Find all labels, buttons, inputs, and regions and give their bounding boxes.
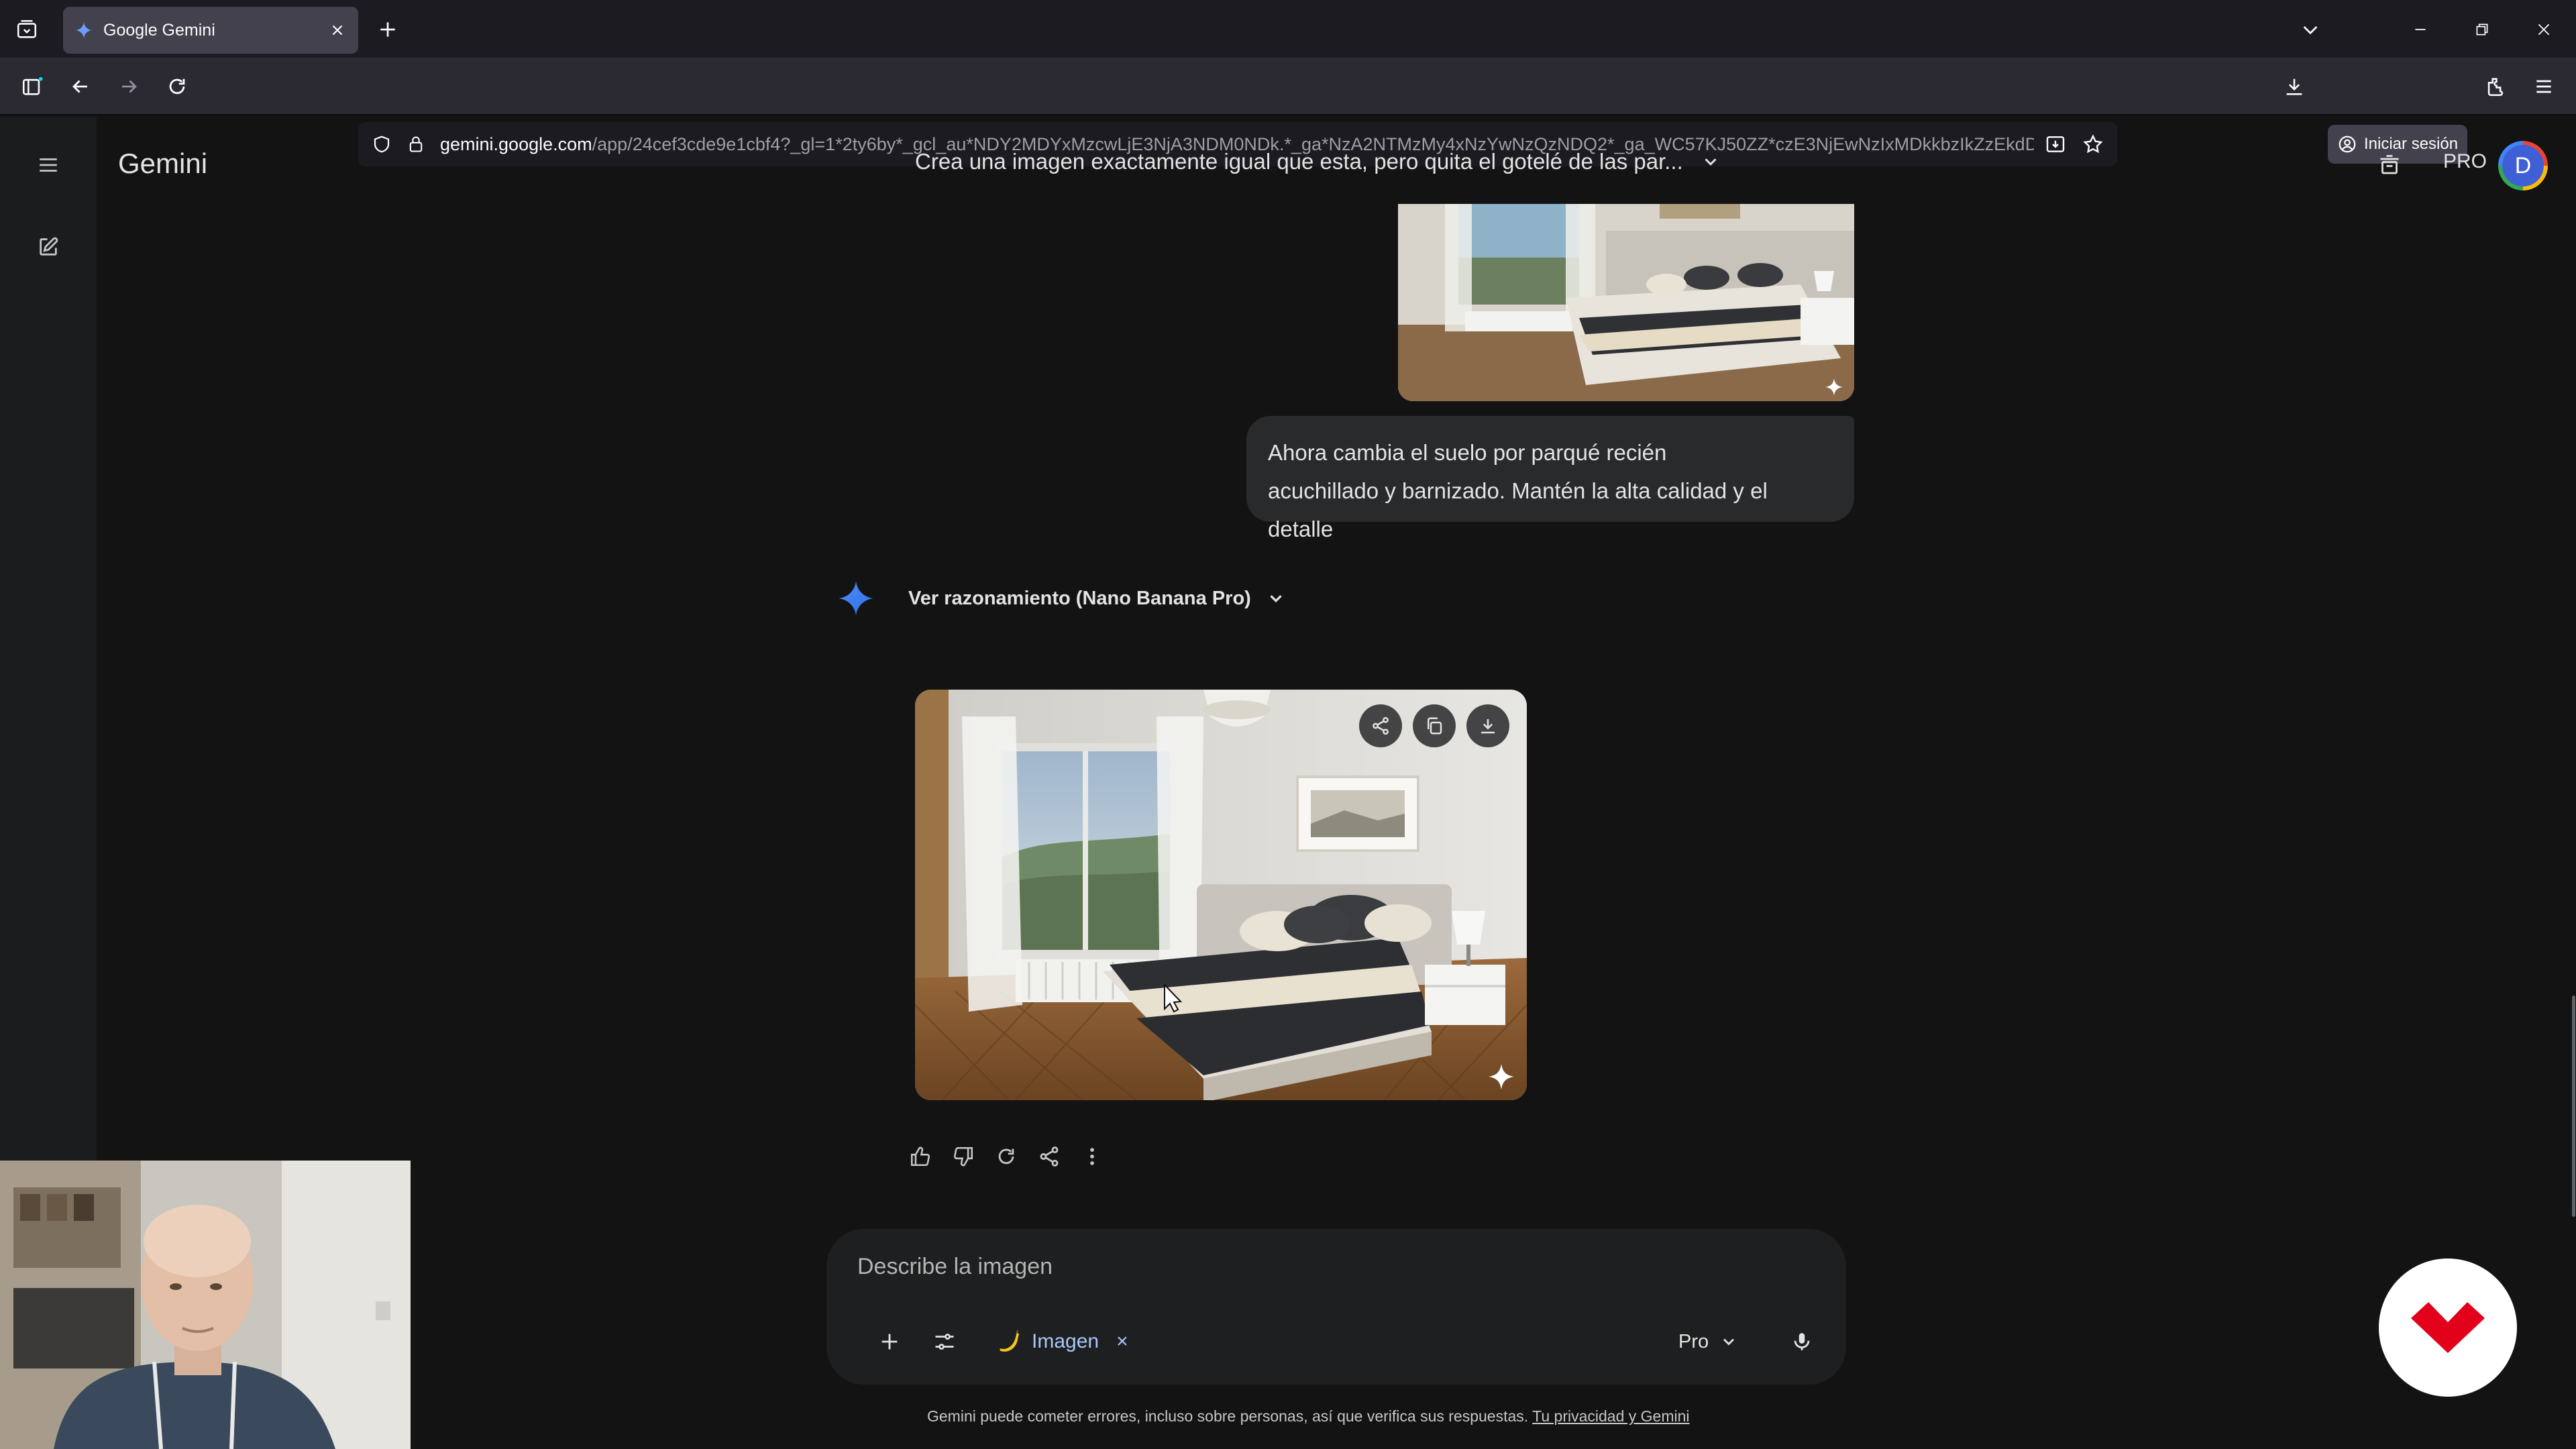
brand-logo-badge <box>2379 1258 2517 1397</box>
extensions-icon[interactable] <box>2474 65 2517 108</box>
thumbs-down-icon[interactable] <box>942 1135 985 1178</box>
back-icon[interactable] <box>59 65 102 108</box>
response-actions <box>899 1135 1114 1178</box>
tab-list-icon[interactable] <box>5 8 48 51</box>
disclaimer: Gemini puede cometer errores, incluso so… <box>927 1407 1690 1426</box>
new-chat-icon[interactable] <box>27 225 70 268</box>
pro-plan-label: PRO <box>2443 150 2487 172</box>
chevron-down-icon <box>1270 595 1282 603</box>
avatar-letter: D <box>2502 145 2544 186</box>
bedroom-image <box>1398 204 1854 401</box>
close-tab-icon[interactable] <box>329 21 346 39</box>
gemini-logo[interactable]: Gemini <box>118 148 207 180</box>
app-header: Gemini Crea una imagen exactamente igual… <box>97 117 2576 211</box>
red-chevron-logo-icon <box>2411 1302 2485 1353</box>
previous-generated-image[interactable] <box>1398 204 1854 401</box>
privacy-link[interactable]: Tu privacidad y Gemini <box>1532 1407 1689 1425</box>
gemini-sparkle-icon <box>75 21 93 39</box>
minimize-icon[interactable] <box>2399 8 2442 51</box>
remove-chip-icon[interactable]: × <box>1116 1330 1128 1353</box>
model-selector-label: Pro <box>1678 1330 1709 1352</box>
webcam-video-image <box>0 1161 411 1449</box>
disclaimer-text: Gemini puede cometer errores, incluso so… <box>927 1407 1529 1425</box>
tab-gemini[interactable]: Google Gemini <box>63 7 358 54</box>
forward-icon[interactable] <box>107 65 150 108</box>
list-all-tabs-chevron-icon[interactable] <box>2289 8 2332 51</box>
more-icon[interactable] <box>1071 1135 1114 1178</box>
restore-icon[interactable] <box>2461 8 2504 51</box>
download-icon <box>1481 719 1495 734</box>
browser-tab-bar: Google Gemini <box>0 0 2576 58</box>
conversation-title-text: Crea una imagen exactamente igual que es… <box>915 149 1683 174</box>
sidebar-icon[interactable] <box>11 65 54 108</box>
user-message-line: Ahora cambia el suelo por parqué recién <box>1268 440 1667 465</box>
gemini-sparkle-icon <box>839 581 873 616</box>
user-message-bubble: Ahora cambia el suelo por parqué recién … <box>1246 416 1854 541</box>
show-reasoning-toggle[interactable]: Ver razonamiento (Nano Banana Pro) <box>837 580 1286 617</box>
user-message-line: acuchillado y barnizado. Mantén la alta … <box>1268 478 1768 541</box>
chevron-down-icon <box>1723 1338 1735 1346</box>
tools-icon[interactable] <box>923 1320 966 1363</box>
browser-toolbar: gemini.google.com/app/24cef3cde9e1cbf4?_… <box>0 58 2576 166</box>
download-icon[interactable] <box>2273 65 2316 108</box>
avatar[interactable]: D <box>2498 141 2548 191</box>
reload-icon[interactable] <box>156 65 199 108</box>
banana-icon <box>1000 1330 1019 1352</box>
copy-icon <box>1428 717 1442 735</box>
share-image-button[interactable] <box>1359 704 1402 747</box>
download-image-button[interactable] <box>1466 704 1509 747</box>
new-tab-icon[interactable] <box>366 8 409 51</box>
prompt-composer: Imagen × Pro <box>826 1229 1846 1385</box>
main-menu-icon[interactable] <box>27 144 70 186</box>
webcam-overlay <box>0 1161 411 1449</box>
add-file-icon[interactable] <box>868 1320 911 1363</box>
share-icon[interactable] <box>1028 1135 1071 1178</box>
microphone-icon[interactable] <box>1780 1320 1823 1363</box>
app-menu-icon[interactable] <box>2522 65 2565 108</box>
scrollbar[interactable] <box>2572 996 2575 1217</box>
close-window-icon[interactable] <box>2522 8 2565 51</box>
share-icon <box>1373 716 1389 735</box>
prompt-input[interactable] <box>857 1248 1729 1285</box>
generated-image[interactable] <box>915 690 1527 1100</box>
bedroom-image <box>915 690 1527 1100</box>
tab-title: Google Gemini <box>103 20 215 40</box>
copy-image-button[interactable] <box>1413 704 1456 747</box>
conversation-title[interactable]: Crea una imagen exactamente igual que es… <box>915 149 1721 174</box>
reasoning-label: Ver razonamiento (Nano Banana Pro) <box>908 587 1251 609</box>
image-tool-chip[interactable]: Imagen × <box>982 1319 1142 1364</box>
image-tool-chip-label: Imagen <box>1032 1330 1099 1352</box>
thumbs-up-icon[interactable] <box>899 1135 942 1178</box>
regenerate-icon[interactable] <box>985 1135 1028 1178</box>
model-selector[interactable]: Pro <box>1678 1320 1738 1363</box>
temporary-chat-icon[interactable] <box>2368 144 2411 186</box>
chevron-down-icon <box>1705 158 1717 166</box>
